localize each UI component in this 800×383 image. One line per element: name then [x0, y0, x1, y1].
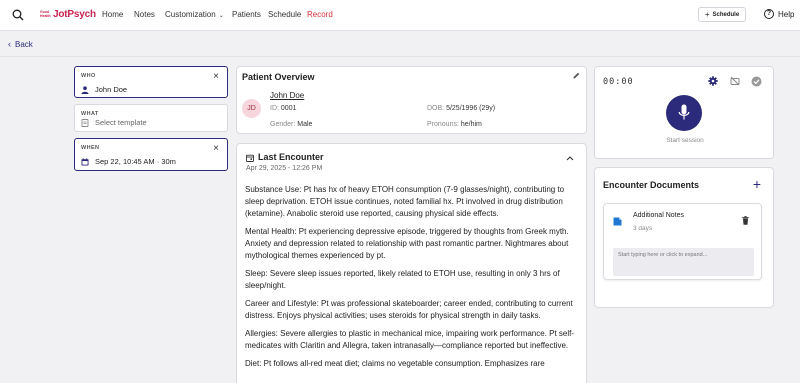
summary-paragraph: Substance Use: Pt has hx of heavy ETOH c…: [245, 185, 565, 218]
note-text-area[interactable]: Start typing here or click to expand...: [613, 248, 754, 276]
last-encounter-title: Last Encounter: [258, 152, 324, 162]
patient-pronouns-label: Pronouns:: [427, 121, 459, 128]
start-session-label: Start session: [666, 137, 704, 144]
help-label: Help: [778, 9, 795, 19]
when-field[interactable]: WHEN × Sep 22, 10:45 AM · 30m: [74, 138, 228, 171]
person-icon: [81, 85, 89, 94]
last-encounter-card: Last Encounter Apr 29, 2025 - 12:26 PM S…: [236, 143, 587, 383]
when-label: WHEN: [81, 145, 100, 151]
last-encounter-date: Apr 29, 2025 - 12:26 PM: [246, 165, 323, 172]
trash-icon[interactable]: [742, 216, 749, 225]
gear-icon[interactable]: [708, 76, 718, 86]
top-nav: Good Health JotPsych Home Notes Customiz…: [0, 0, 800, 31]
nav-patients[interactable]: Patients: [232, 10, 261, 19]
document-item[interactable]: Additional Notes 3 days Start typing her…: [603, 203, 762, 280]
nav-customization-label: Customization: [165, 10, 216, 19]
patient-pronouns: Pronouns: he/him: [427, 121, 482, 128]
check-circle-icon[interactable]: [751, 76, 762, 87]
patient-gender-label: Gender:: [270, 121, 296, 128]
document-title: Additional Notes: [633, 212, 684, 219]
nav-customization[interactable]: Customization ⌄: [165, 10, 224, 19]
note-icon: [613, 217, 622, 226]
edit-icon[interactable]: [573, 72, 580, 79]
patient-overview-title: Patient Overview: [242, 72, 315, 82]
patient-pronouns-value: he/him: [460, 121, 482, 128]
calendar-icon: [81, 157, 89, 165]
when-value: Sep 22, 10:45 AM · 30m: [81, 157, 176, 166]
who-field[interactable]: WHO × John Doe: [74, 66, 228, 98]
patient-dob: DOB: 5/25/1996 (29y): [427, 105, 495, 112]
when-datetime: Sep 22, 10:45 AM · 30m: [95, 157, 176, 166]
record-button[interactable]: [666, 95, 702, 131]
patient-dob-value: 5/25/1996 (29y): [446, 105, 496, 112]
clear-who-icon[interactable]: ×: [213, 71, 219, 82]
patient-dob-label: DOB:: [427, 105, 445, 112]
camera-off-icon[interactable]: [730, 76, 740, 86]
encounter-documents-title: Encounter Documents: [603, 180, 700, 190]
nav-schedule[interactable]: Schedule: [268, 10, 301, 19]
add-document-icon[interactable]: +: [753, 176, 761, 192]
divider: [0, 56, 800, 57]
chevron-down-icon: ⌄: [218, 13, 224, 19]
patient-gender: Gender: Male: [270, 121, 312, 128]
patient-name-link[interactable]: John Doe: [270, 91, 304, 100]
back-link[interactable]: ‹ Back: [8, 39, 33, 49]
what-value: Select template: [81, 118, 147, 127]
summary-paragraph: Sleep: Severe sleep issues reported, lik…: [245, 269, 560, 290]
template-placeholder: Select template: [95, 118, 147, 127]
recorder-card: 00:00 Start session: [594, 66, 774, 159]
nav-notes[interactable]: Notes: [134, 10, 155, 19]
logo-text: JotPsych: [53, 9, 96, 20]
help-button[interactable]: ? Help: [764, 9, 794, 19]
what-label: WHAT: [81, 111, 99, 117]
nav-record[interactable]: Record: [307, 10, 333, 19]
clear-when-icon[interactable]: ×: [213, 143, 219, 154]
patient-gender-value: Male: [297, 121, 313, 128]
patient-id-value: 0001: [280, 105, 297, 112]
document-icon: [81, 118, 89, 127]
back-label: Back: [15, 39, 33, 49]
avatar: JD: [242, 99, 261, 118]
logo[interactable]: Good Health JotPsych: [40, 9, 96, 20]
who-name: John Doe: [95, 85, 128, 94]
nav-home[interactable]: Home: [102, 10, 123, 19]
what-field[interactable]: WHAT Select template: [74, 104, 228, 132]
summary-paragraph: Mental Health: Pt experiencing depressiv…: [245, 227, 569, 260]
document-age: 3 days: [633, 225, 653, 232]
summary-paragraph: Diet: Pt follows all-red meat diet; clai…: [245, 359, 545, 368]
patient-overview-card: Patient Overview JD John Doe ID: 0001 DO…: [236, 66, 587, 134]
plus-icon: +: [704, 10, 710, 19]
microphone-icon: [678, 104, 690, 120]
encounter-summary: Substance Use: Pt has hx of heavy ETOH c…: [245, 184, 583, 376]
summary-paragraph: Career and Lifestyle: Pt was professiona…: [245, 299, 573, 320]
new-schedule-button[interactable]: + Schedule: [698, 7, 746, 22]
summary-paragraph: Allergies: Severe allergies to plastic i…: [245, 329, 575, 350]
who-value: John Doe: [81, 85, 127, 94]
search-icon[interactable]: [12, 9, 24, 21]
encounter-documents-card: Encounter Documents + Additional Notes 3…: [594, 167, 774, 308]
help-icon: ?: [764, 9, 774, 19]
session-timer: 00:00: [603, 77, 634, 87]
who-label: WHO: [81, 73, 96, 79]
chevron-up-icon[interactable]: [566, 155, 574, 161]
schedule-button-label: Schedule: [712, 11, 740, 18]
calendar-icon: [246, 154, 254, 162]
patient-id: ID: 0001: [270, 105, 296, 112]
logo-tagline: Good Health: [40, 10, 51, 18]
patient-id-label: ID:: [270, 105, 279, 112]
chevron-left-icon: ‹: [8, 39, 11, 49]
